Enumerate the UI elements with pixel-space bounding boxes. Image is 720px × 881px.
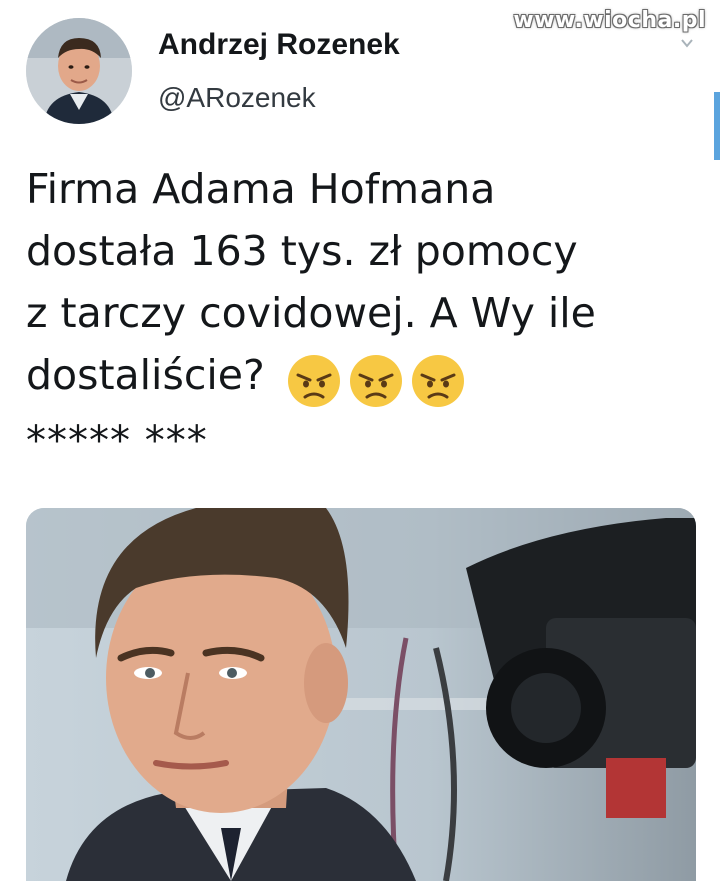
avatar[interactable] xyxy=(26,18,132,124)
user-handle[interactable]: @ARozenek xyxy=(158,82,316,114)
tweet-line: z tarczy covidowej. A Wy ile xyxy=(26,289,596,337)
tweet-footer-text: ***** *** xyxy=(26,418,208,464)
tweet-line: dostała 163 tys. zł pomocy xyxy=(26,227,578,275)
tweet-line: Firma Adama Hofmana xyxy=(26,165,496,213)
emoji-row xyxy=(286,347,472,409)
chevron-down-icon[interactable] xyxy=(680,36,694,50)
angry-face-emoji xyxy=(286,353,342,409)
tweet-line: dostaliście? xyxy=(26,351,265,399)
angry-face-emoji xyxy=(348,353,404,409)
angry-face-emoji xyxy=(410,353,466,409)
tweet-media-image[interactable] xyxy=(26,508,696,881)
tweet-text: Firma Adama Hofmana dostała 163 tys. zł … xyxy=(26,158,696,409)
tweet-last-line: dostaliście? xyxy=(26,344,696,409)
display-name[interactable]: Andrzej Rozenek xyxy=(158,28,400,62)
scroll-indicator[interactable] xyxy=(714,92,720,160)
watermark: www.wiocha.pl xyxy=(513,8,706,33)
